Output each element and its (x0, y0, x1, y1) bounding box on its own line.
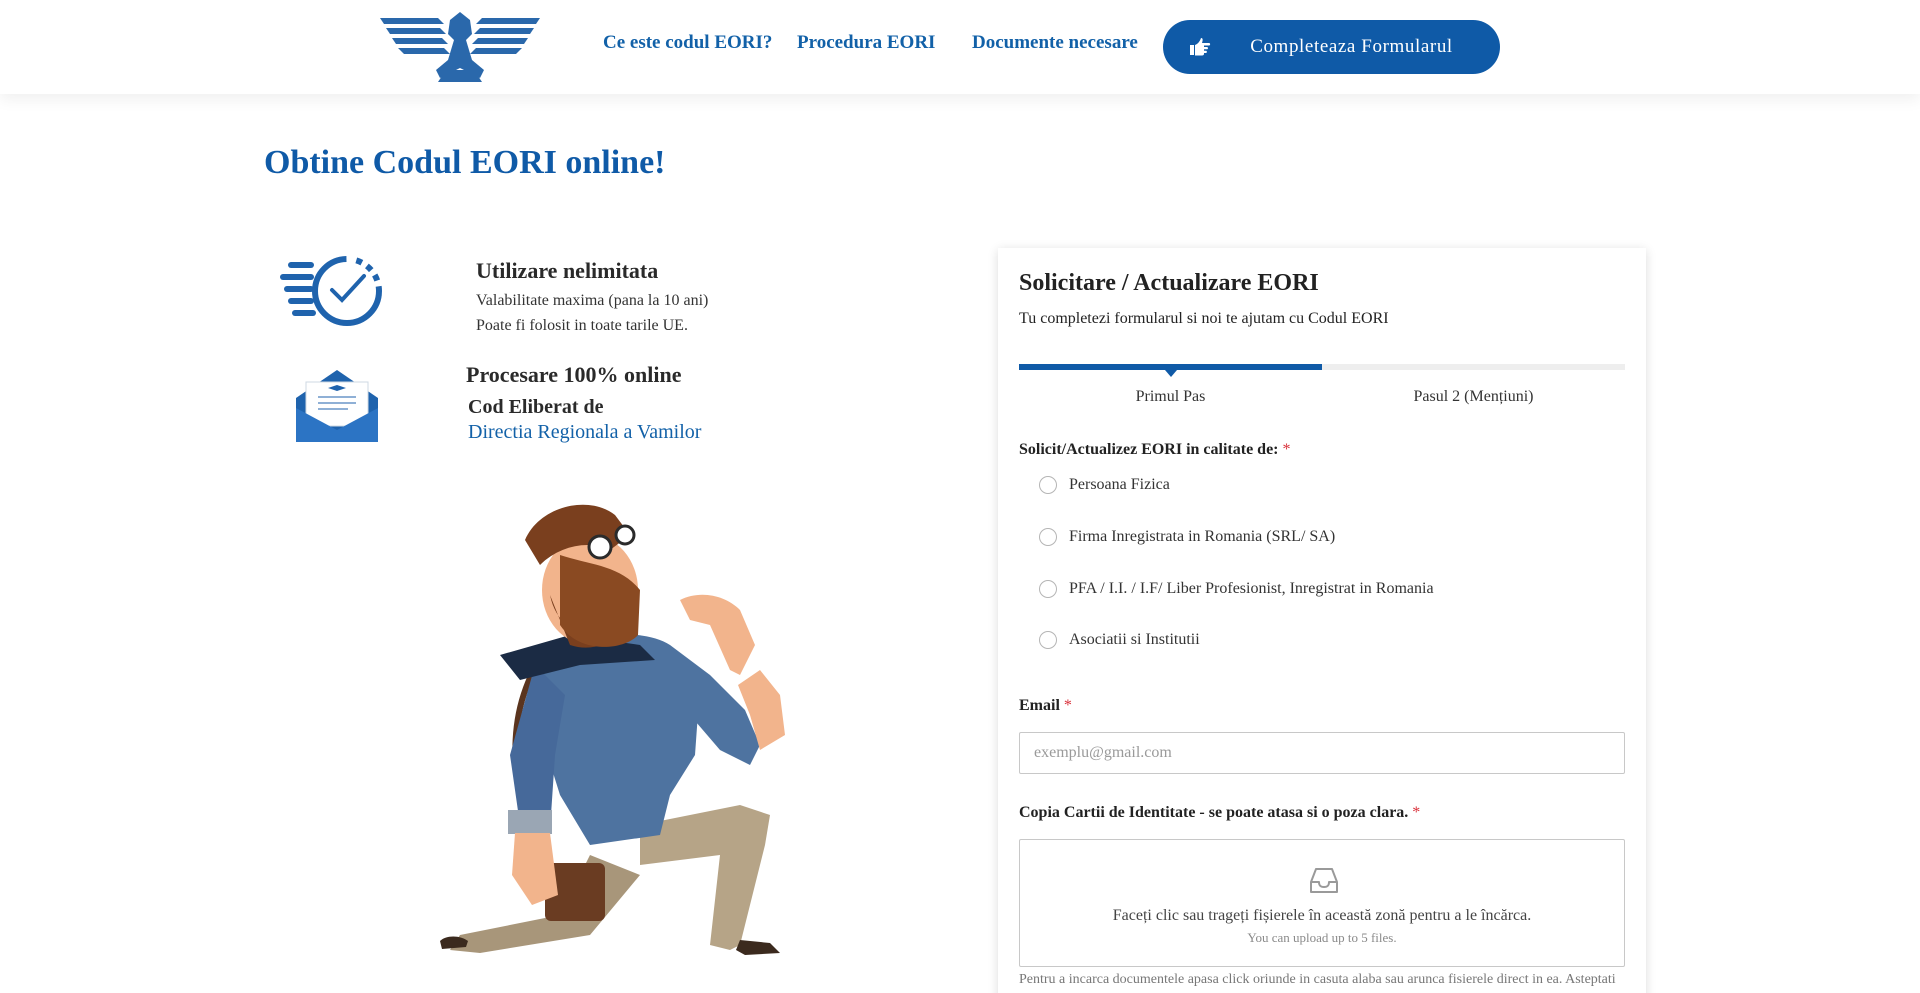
email-label-text: Email (1019, 697, 1060, 714)
email-input[interactable] (1019, 732, 1625, 774)
eagle-logo[interactable] (380, 12, 540, 82)
required-mark: * (1063, 697, 1072, 714)
radio-label: Firma Inregistrata in Romania (SRL/ SA) (1069, 528, 1336, 545)
completeaza-formularul-button[interactable]: Completeaza Formularul (1163, 20, 1500, 74)
file-upload-dropzone[interactable]: Faceți clic sau trageți fișierele în ace… (1019, 839, 1625, 967)
nav-link-ce-este-eori[interactable]: Ce este codul EORI? (603, 32, 772, 54)
progress-step-caret (1164, 370, 1177, 377)
dropzone-text: Faceți clic sau trageți fișierele în ace… (1112, 907, 1532, 924)
role-label-text: Solicit/Actualizez EORI in calitate de: (1019, 441, 1279, 458)
radio-circle[interactable] (1039, 631, 1057, 649)
radio-persoana-fizica[interactable]: Persoana Fizica (1039, 473, 1170, 497)
site-header: Ce este codul EORI? Procedura EORI Docum… (0, 0, 1920, 94)
email-field-label: Email * (1019, 697, 1072, 715)
cta-label: Completeaza Formularul (1250, 36, 1453, 57)
form-title: Solicitare / Actualizare EORI (1019, 270, 1319, 296)
fast-clock-icon (280, 256, 382, 326)
page-title: Obtine Codul EORI online! (264, 144, 666, 181)
feature-text-eu: Poate fi folosit in toate tarile UE. (476, 317, 688, 334)
pointing-hand-icon (1190, 38, 1211, 56)
eori-form-card: Solicitare / Actualizare EORI Tu complet… (998, 248, 1646, 993)
id-card-field-label: Copia Cartii de Identitate - se poate at… (1019, 804, 1420, 822)
radio-firma-inregistrata[interactable]: Firma Inregistrata in Romania (SRL/ SA) (1039, 525, 1335, 549)
required-mark: * (1412, 804, 1421, 821)
dropzone-limit-text: You can upload up to 5 files. (1247, 930, 1397, 945)
inbox-upload-icon (1310, 868, 1338, 893)
upload-help-text: Pentru a incarca documentele apasa click… (1019, 972, 1616, 987)
radio-circle[interactable] (1039, 476, 1057, 494)
nav-link-documente-necesare[interactable]: Documente necesare (972, 32, 1138, 54)
businessman-illustration (440, 504, 785, 955)
role-field-label: Solicit/Actualizez EORI in calitate de: * (1019, 441, 1291, 459)
radio-label: PFA / I.I. / I.F/ Liber Profesionist, In… (1069, 580, 1434, 597)
feature-subtitle-issued-by: Cod Eliberat de (468, 396, 604, 418)
nav-link-procedura-eori[interactable]: Procedura EORI (797, 32, 935, 54)
feature-text-validity: Valabilitate maxima (pana la 10 ani) (476, 292, 709, 309)
radio-asociatii[interactable]: Asociatii si Institutii (1039, 628, 1200, 652)
feature-title-unlimited: Utilizare nelimitata (476, 258, 659, 283)
radio-circle[interactable] (1039, 580, 1057, 598)
radio-label: Asociatii si Institutii (1069, 631, 1200, 648)
form-subtitle: Tu completezi formularul si noi te ajuta… (1019, 310, 1389, 327)
envelope-letter-icon (296, 370, 378, 442)
directia-regionala-link[interactable]: Directia Regionala a Vamilor (468, 421, 701, 444)
form-progress-bar (1019, 364, 1625, 377)
radio-label: Persoana Fizica (1069, 476, 1170, 493)
feature-title-online: Procesare 100% online (466, 362, 682, 387)
id-card-label-text: Copia Cartii de Identitate - se poate at… (1019, 804, 1409, 821)
step-label-1[interactable]: Primul Pas (1019, 388, 1322, 406)
required-mark: * (1282, 441, 1291, 458)
radio-pfa[interactable]: PFA / I.I. / I.F/ Liber Profesionist, In… (1039, 577, 1434, 601)
step-label-2[interactable]: Pasul 2 (Mențiuni) (1322, 388, 1625, 406)
radio-circle[interactable] (1039, 528, 1057, 546)
